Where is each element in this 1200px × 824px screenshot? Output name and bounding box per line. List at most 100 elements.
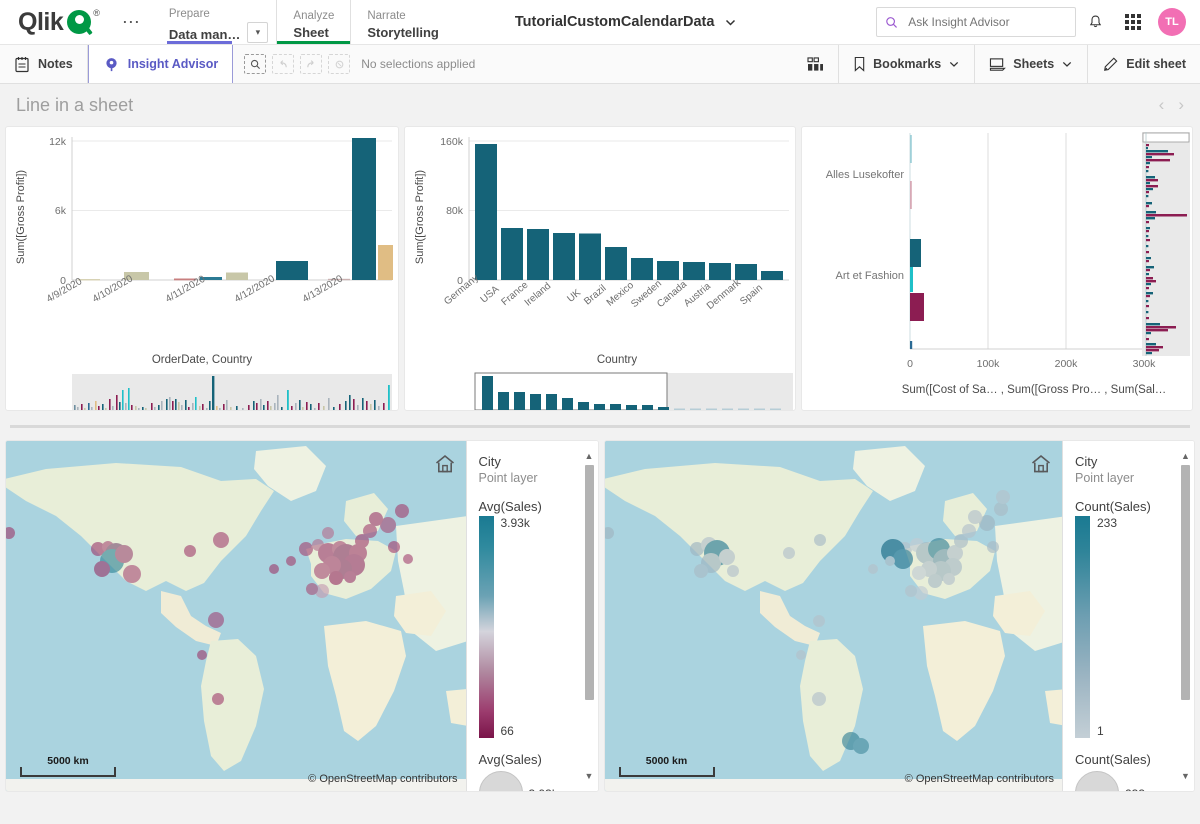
map-2-color-ramp-wrap: 233 1 [1075,516,1184,738]
map-2-legend-scrollbar[interactable]: ▲ ▼ [1180,451,1191,781]
notes-button[interactable]: Notes [0,45,88,83]
bookmarks-button[interactable]: Bookmarks [838,45,974,83]
map-1-size-max: 3.93k [529,787,558,791]
chevron-left-icon[interactable]: ‹ [1159,95,1165,115]
chart-2-canvas: 160k 80k 0 Sum([Gross Profit]) Germany U… [414,136,793,410]
clear-selections-icon[interactable] [327,53,351,75]
home-icon[interactable] [1030,453,1052,475]
app-title-text: TutorialCustomCalendarData [514,14,715,30]
chart-customer-measures[interactable]: Alles Lusekofter Art et Fashion 0 100k 2… [801,126,1193,411]
map-2-color-ramp [1075,516,1090,738]
search-input[interactable] [906,14,1067,30]
map-2-size-max: 233 [1125,787,1145,791]
map-1-size-circle [478,771,523,791]
sheets-label: Sheets [1013,57,1055,71]
sheet-header: Line in a sheet ‹ › [0,84,1200,126]
chart-3-xtick-2: 200k [1055,358,1079,370]
chart-2-ylabel: Sum([Gross Profit]) [414,170,426,264]
map-2-point-layer [604,490,1010,754]
selection-search-icon[interactable] [243,53,267,75]
sheet-navigation: ‹ › [1159,95,1184,115]
map-2-color-measure: Count(Sales) [1075,499,1151,514]
chevron-down-icon[interactable]: ▾ [247,21,269,43]
chart-3-xtick-3: 300k [1133,358,1157,370]
map-1-scale-label: 5000 km [47,755,89,767]
top-navigation-bar: Qlik ® ⋯ Prepare Data man… ▾ Analyze She… [0,0,1200,45]
nav-narrate-label: Storytelling [367,24,439,40]
scroll-up-icon[interactable]: ▲ [584,451,595,461]
chart-1-ytick-12k: 12k [49,136,67,148]
topnav-right-group: TL [876,0,1200,44]
notes-icon [15,56,29,72]
nav-analyze-label: Sheet [293,24,329,40]
map-1-layer-title: City [478,454,501,469]
map-count-sales-canvas[interactable]: 5000 km © OpenStreetMap contributors [604,441,1062,791]
nav-section-analyze[interactable]: Analyze Sheet [277,0,352,44]
map-1-legend-scrollbar[interactable]: ▲ ▼ [584,451,595,781]
section-divider [10,425,1190,428]
map-scale-bar: 5000 km [20,755,116,777]
home-icon[interactable] [434,453,456,475]
chevron-down-icon[interactable] [1061,58,1073,70]
chevron-right-icon[interactable]: › [1178,95,1184,115]
logo-text: Qlik [18,7,64,36]
search-icon [886,16,897,28]
map-1-layer-sub: Point layer [478,471,538,485]
insight-advisor-button[interactable]: Insight Advisor [87,45,234,83]
charts-row: 12k 6k 0 Sum([Gross Profit]) 4/9/2020 4/… [0,126,1200,411]
chart-1-xtick-1: 4/10/2020 [91,273,135,305]
chart-2-xlabel: Country [597,354,638,366]
insight-advisor-search[interactable] [876,7,1076,37]
chart-3-canvas: Alles Lusekofter Art et Fashion 0 100k 2… [826,132,1190,396]
nav-narrate-kicker: Narrate [367,9,406,22]
map-2-scale-label: 5000 km [645,755,688,767]
chart-3-category-0: Alles Lusekofter [826,169,905,181]
scroll-up-icon[interactable]: ▲ [1180,451,1191,461]
chevron-down-icon[interactable] [724,16,737,29]
chart-3-xtick-1: 100k [977,358,1001,370]
bookmark-icon [854,56,865,72]
undo-icon[interactable] [271,53,295,75]
scroll-down-icon[interactable]: ▼ [1180,771,1191,781]
app-grid-icon[interactable] [1114,3,1152,41]
insight-advisor-label: Insight Advisor [127,57,219,71]
nav-prepare-kicker: Prepare [168,7,210,20]
nav-section-narrate[interactable]: Narrate Storytelling [351,0,455,44]
chevron-down-icon[interactable] [948,58,960,70]
map-avg-sales-canvas[interactable]: 5000 km © OpenStreetMap contributors [6,441,466,791]
ellipsis-icon[interactable]: ⋯ [110,0,153,44]
notification-bell-icon[interactable] [1076,3,1114,41]
toolbar-right-group: Bookmarks Sheets Edit sheet [793,45,1200,83]
map-2-layer-title: City [1075,454,1098,469]
chart-3-bars [910,135,924,349]
chart-2-xtick-10: Denmark [705,277,744,312]
nav-section-prepare[interactable]: Prepare Data man… ▾ [153,0,278,44]
map-2-color-min: 1 [1097,724,1104,738]
edit-sheet-button[interactable]: Edit sheet [1087,45,1200,83]
redo-icon[interactable] [299,53,323,75]
scroll-down-icon[interactable]: ▼ [584,771,595,781]
chart-1-canvas: 12k 6k 0 Sum([Gross Profit]) 4/9/2020 4/… [15,136,393,410]
map-2-ramp-labels: 233 1 [1097,516,1184,738]
sheet-overview-button[interactable] [793,45,838,83]
avatar[interactable]: TL [1158,8,1186,36]
map-1-color-min: 66 [500,724,514,738]
chart-country-gross-profit[interactable]: 160k 80k 0 Sum([Gross Profit]) Germany U… [404,126,796,411]
map-count-sales[interactable]: 5000 km © OpenStreetMap contributors Cit… [603,440,1195,792]
map-2-size-measure: Count(Sales) [1075,752,1151,767]
pencil-icon [1104,56,1118,71]
chart-orderdate-country[interactable]: 12k 6k 0 Sum([Gross Profit]) 4/9/2020 4/… [5,126,399,411]
selection-tools [233,45,351,83]
sheets-button[interactable]: Sheets [974,45,1087,83]
chart-1-xlabel: OrderDate, Country [152,354,253,366]
map-2-size-circle [1075,771,1119,791]
chart-2-xtick-1: USA [479,284,502,306]
app-title[interactable]: TutorialCustomCalendarData [515,0,738,44]
map-1-color-measure: Avg(Sales) [478,499,542,514]
map-1-legend: City Point layer Avg(Sales) 3.93k 66 Avg… [465,441,598,791]
map-2-legend: City Point layer Count(Sales) 233 1 Coun… [1062,441,1194,791]
qlik-logo[interactable]: Qlik ® [0,0,110,44]
map-avg-sales[interactable]: 5000 km © OpenStreetMap contributors Cit… [5,440,599,792]
chart-2-bars [475,144,783,280]
chart-1-ylabel: Sum([Gross Profit]) [15,170,27,264]
